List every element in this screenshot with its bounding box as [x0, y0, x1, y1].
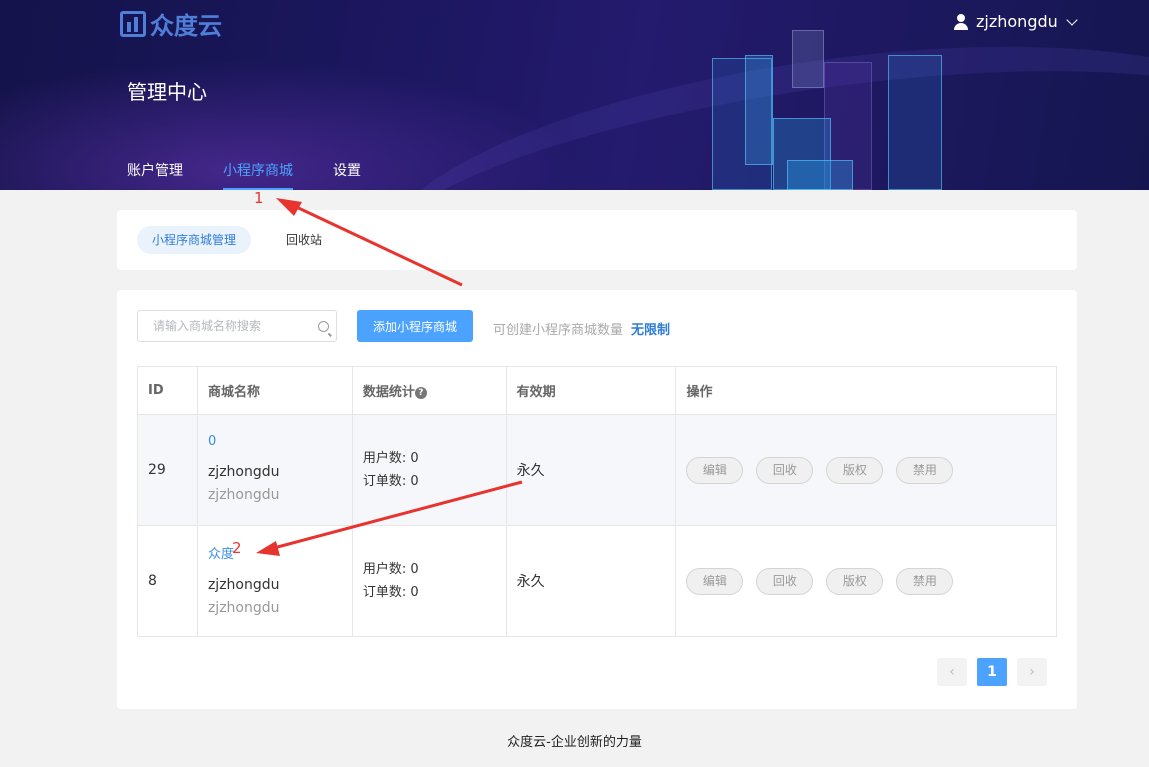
annotation-number-2: 2 — [232, 539, 242, 557]
arrow-head-1 — [276, 198, 302, 216]
annotation-number-1: 1 — [254, 189, 264, 207]
annotation-arrows — [256, 198, 523, 556]
arrow-line-1 — [289, 202, 463, 287]
arrow-head-2 — [256, 541, 280, 556]
arrow-line-2 — [269, 480, 523, 551]
annotation-arrow-1 — [276, 198, 463, 287]
annotation-arrow-2 — [256, 480, 523, 556]
